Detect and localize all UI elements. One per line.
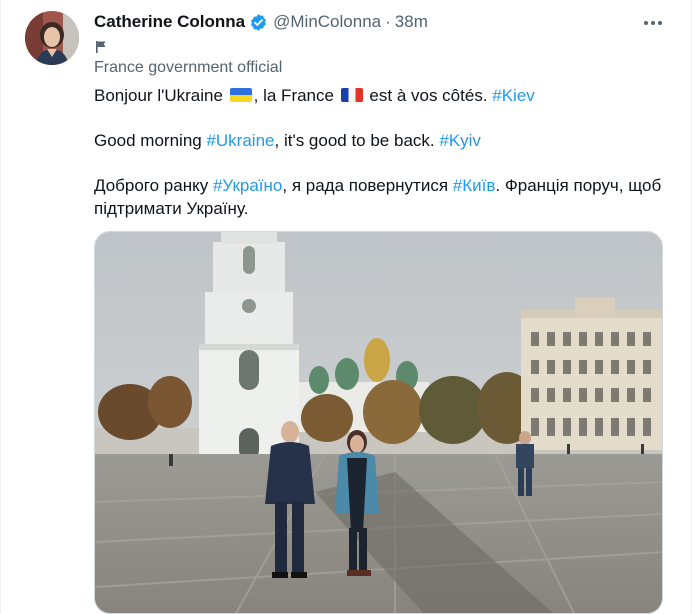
avatar[interactable] [25, 11, 79, 65]
tweet-timestamp[interactable]: 38m [395, 12, 428, 32]
text-segment: Доброго ранку [94, 176, 213, 195]
tweet-line-ukrainian-continued: підтримати Україну. [94, 199, 249, 218]
hashtag-link[interactable]: #Київ [453, 176, 496, 195]
hashtag-link[interactable]: #Kiev [492, 86, 535, 105]
hashtag-link[interactable]: #Україно [213, 176, 282, 195]
flag-france-icon [340, 88, 363, 102]
tweet-photo[interactable] [94, 231, 663, 614]
tweet-header: Catherine Colonna @MinColonna · 38m [94, 10, 428, 34]
text-segment: , я рада повернутися [282, 176, 453, 195]
author-name[interactable]: Catherine Colonna [94, 12, 245, 32]
text-segment: Good morning [94, 131, 207, 150]
hashtag-link[interactable]: #Kyiv [439, 131, 481, 150]
flag-ukraine-icon [229, 88, 252, 102]
text-segment: . Франція поруч, щоб [495, 176, 662, 195]
text-segment: , la France [253, 86, 339, 105]
text-segment: Bonjour l'Ukraine [94, 86, 228, 105]
verified-badge-icon [249, 13, 268, 32]
tweet[interactable]: Catherine Colonna @MinColonna · 38m Fran… [0, 0, 692, 614]
more-options-icon[interactable] [637, 11, 669, 35]
text-segment: est à vos côtés. [364, 86, 493, 105]
account-label[interactable]: France government official [94, 59, 282, 77]
tweet-line-english: Good morning #Ukraine, it's good to be b… [94, 129, 481, 152]
separator-dot: · [385, 12, 391, 31]
author-handle[interactable]: @MinColonna [273, 12, 381, 32]
hashtag-link[interactable]: #Ukraine [206, 131, 274, 150]
government-flag-icon [94, 40, 108, 59]
tweet-line-ukrainian: Доброго ранку #Україно, я рада повернути… [94, 174, 661, 197]
tweet-line-french: Bonjour l'Ukraine , la France est à vos … [94, 84, 535, 107]
text-segment: , it's good to be back. [274, 131, 440, 150]
